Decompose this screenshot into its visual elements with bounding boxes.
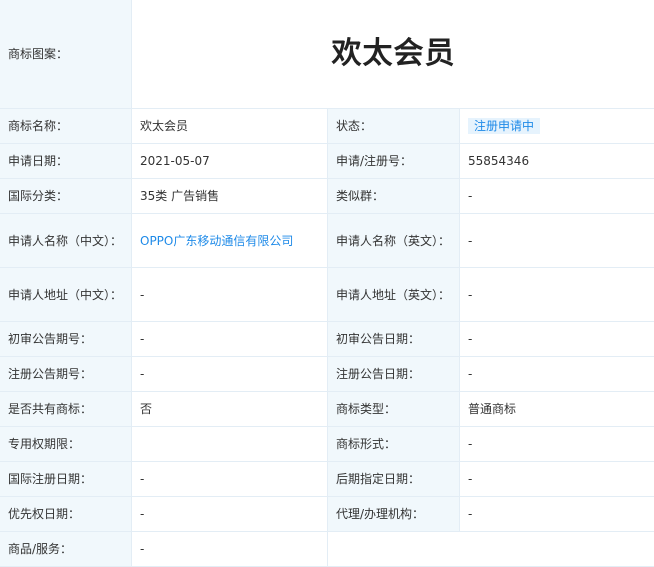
table-row: 申请人地址（中文）： - 申请人地址（英文）： - <box>0 267 654 322</box>
label-prelim-issue: 初审公告期号： <box>0 321 132 357</box>
table-row: 申请人名称（中文）： OPPO广东移动通信有限公司 申请人名称（英文）： - <box>0 213 654 268</box>
label-reg-issue: 注册公告期号： <box>0 356 132 392</box>
label-shared: 是否共有商标： <box>0 391 132 427</box>
label-class: 国际分类： <box>0 178 132 214</box>
table-row: 注册公告期号： - 注册公告日期： - <box>0 356 654 392</box>
label-later-date: 后期指定日期： <box>327 461 460 497</box>
table-row: 国际分类： 35类 广告销售 类似群： - <box>0 178 654 214</box>
label-priority-date: 优先权日期： <box>0 496 132 532</box>
applicant-link[interactable]: OPPO广东移动通信有限公司 <box>140 234 293 248</box>
value-priority-date: - <box>131 496 328 532</box>
value-prelim-date: - <box>459 321 654 357</box>
label-goods: 商品/服务： <box>0 531 132 567</box>
label-name: 商标名称： <box>0 108 132 144</box>
label-type: 商标类型： <box>327 391 460 427</box>
value-class: 35类 广告销售 <box>131 178 328 214</box>
value-reg-issue: - <box>131 356 328 392</box>
value-form: - <box>459 426 654 462</box>
trademark-detail-table: 商标图案： 欢太会员 商标名称： 欢太会员 状态： 注册申请中 申请日期： 20… <box>0 0 654 567</box>
label-status: 状态： <box>327 108 460 144</box>
table-row: 国际注册日期： - 后期指定日期： - <box>0 461 654 497</box>
label-similar-group: 类似群： <box>327 178 460 214</box>
label-address-cn: 申请人地址（中文）： <box>0 267 132 322</box>
value-shared: 否 <box>131 391 328 427</box>
value-prelim-issue: - <box>131 321 328 357</box>
value-name: 欢太会员 <box>131 108 328 144</box>
value-later-date: - <box>459 461 654 497</box>
table-row: 商标名称： 欢太会员 状态： 注册申请中 <box>0 108 654 144</box>
value-type: 普通商标 <box>459 391 654 427</box>
table-row: 专用权期限： 商标形式： - <box>0 426 654 462</box>
label-apply-date: 申请日期： <box>0 143 132 179</box>
label-image: 商标图案： <box>0 0 132 109</box>
image-row: 商标图案： 欢太会员 <box>0 0 654 109</box>
value-agency: - <box>459 496 654 532</box>
label-address-en: 申请人地址（英文）： <box>327 267 460 322</box>
label-reg-number: 申请/注册号： <box>327 143 460 179</box>
label-intl-reg-date: 国际注册日期： <box>0 461 132 497</box>
value-address-en: - <box>459 267 654 322</box>
table-row: 是否共有商标： 否 商标类型： 普通商标 <box>0 391 654 427</box>
table-row: 初审公告期号： - 初审公告日期： - <box>0 321 654 357</box>
label-agency: 代理/办理机构： <box>327 496 460 532</box>
label-prelim-date: 初审公告日期： <box>327 321 460 357</box>
value-address-cn: - <box>131 267 328 322</box>
label-reg-date: 注册公告日期： <box>327 356 460 392</box>
table-row: 申请日期： 2021-05-07 申请/注册号： 55854346 <box>0 143 654 179</box>
value-apply-date: 2021-05-07 <box>131 143 328 179</box>
table-row: 优先权日期： - 代理/办理机构： - <box>0 496 654 532</box>
value-applicant-en: - <box>459 213 654 268</box>
table-row: 商品/服务： - <box>0 531 654 567</box>
value-reg-date: - <box>459 356 654 392</box>
value-reg-number: 55854346 <box>459 143 654 179</box>
status-badge: 注册申请中 <box>468 118 541 134</box>
value-goods: - <box>131 531 328 567</box>
label-applicant-en: 申请人名称（英文）： <box>327 213 460 268</box>
label-applicant-cn: 申请人名称（中文）： <box>0 213 132 268</box>
label-form: 商标形式： <box>327 426 460 462</box>
value-intl-reg-date: - <box>131 461 328 497</box>
value-similar-group: - <box>459 178 654 214</box>
label-exclusive-period: 专用权期限： <box>0 426 132 462</box>
trademark-image: 欢太会员 <box>131 0 654 109</box>
value-exclusive-period <box>131 426 328 462</box>
